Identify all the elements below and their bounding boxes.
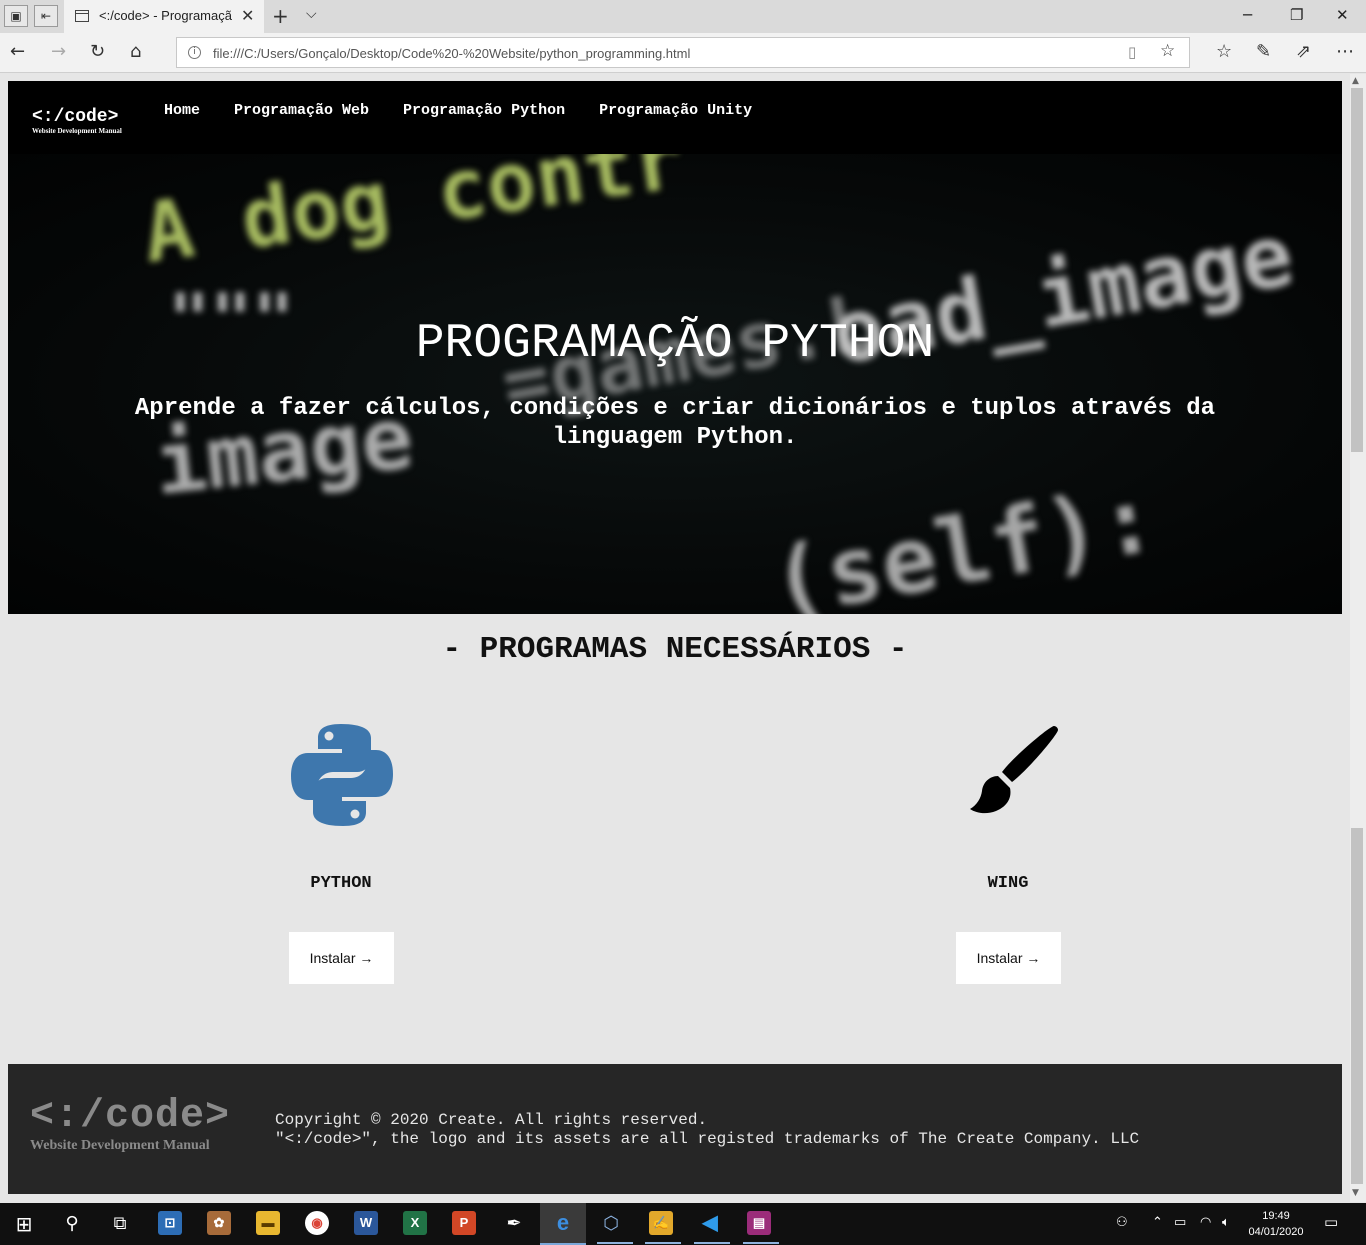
svg-text:(self):: (self): [763,465,1163,614]
footer-copyright: Copyright © 2020 Create. All rights rese… [275,1111,1139,1149]
people-icon[interactable]: ⚇ [1116,1215,1128,1230]
running-indicator [645,1242,681,1244]
edge-icon[interactable]: e [551,1211,575,1235]
tab-actions-icon[interactable]: ▣ [4,5,28,27]
site-logo[interactable]: <:/code> Website Development Manual [32,107,122,136]
paintbrush-icon [970,726,1058,814]
nav-web[interactable]: Programação Web [234,102,369,119]
section-title: - PROGRAMAS NECESSÁRIOS - [442,632,908,667]
address-bar[interactable]: i file:///C:/Users/Gonçalo/Desktop/Code%… [176,37,1190,68]
running-indicator [743,1242,779,1244]
program-name: PYTHON [310,874,372,893]
site-header: <:/code> Website Development Manual Home… [8,81,1342,154]
reading-view-icon[interactable]: ▯ [1128,43,1136,61]
page-viewport: <:/code> Website Development Manual Home… [0,74,1350,1202]
windows-start-icon[interactable]: ⊞ [10,1210,38,1238]
vscode-icon[interactable]: ◀ [698,1211,722,1235]
share-icon[interactable]: ⇗ [1296,41,1311,63]
trademark-line: "<:/code>", the logo and its assets are … [275,1130,1140,1148]
running-indicator [597,1242,633,1244]
program-name: WING [987,874,1029,893]
python-logo-icon [291,724,393,826]
site-footer: <:/code> Website Development Manual Copy… [8,1064,1342,1194]
scrollbar-thumb[interactable] [1351,88,1363,452]
store-icon[interactable]: ⊡ [158,1211,182,1235]
forward-icon[interactable]: → [51,41,66,63]
file-explorer-icon[interactable]: ▬ [256,1211,280,1235]
more-icon[interactable]: ⋯ [1336,41,1354,63]
taskbar: ⊞ ⚲ ⧉ ⊡ ✿ ▬ ◉ W X P ✒ e ⬡ ✍ ◀ ▤ ⚇ ⌃ ▭ ◠ … [0,1203,1366,1245]
logo-text: <:/code> [32,107,119,127]
home-icon[interactable]: ⌂ [130,41,141,63]
minimize-icon[interactable]: ─ [1243,6,1252,24]
system-clock[interactable]: 19:49 04/01/2020 [1244,1208,1308,1240]
winrar-icon[interactable]: ▤ [747,1211,771,1235]
hero-background-image: A dog contr """ oad_image =games.L image… [138,154,1301,614]
site-nav: Home Programação Web Programação Python … [164,102,786,119]
footer-logo-tagline: Website Development Manual [30,1138,210,1153]
refresh-icon[interactable]: ↻ [90,41,105,63]
word-icon[interactable]: W [354,1211,378,1235]
tab-title: <:/code> - Programaçã [99,8,232,23]
scrollbar-thumb-lower[interactable] [1351,828,1363,1184]
clock-time: 19:49 [1262,1210,1290,1222]
virtualbox-icon[interactable]: ⬡ [597,1210,625,1238]
battery-icon[interactable]: ▭ [1174,1215,1186,1230]
address-url[interactable]: file:///C:/Users/Gonçalo/Desktop/Code%20… [213,46,690,61]
notification-icon[interactable]: ▭ [1324,1213,1338,1231]
chrome-icon[interactable]: ◉ [305,1211,329,1235]
footer-logo: <:/code> Website Development Manual [30,1094,230,1154]
restore-icon[interactable]: ❐ [1290,6,1303,24]
scroll-up-icon[interactable]: ▲ [1352,76,1359,86]
powerpoint-icon[interactable]: P [452,1211,476,1235]
search-icon[interactable]: ⚲ [58,1210,86,1238]
nav-home[interactable]: Home [164,102,200,119]
browser-tab[interactable]: <:/code> - Programaçã ✕ [64,0,264,33]
pen-app-icon[interactable]: ✒ [500,1210,528,1238]
hero-subtitle: Aprende a fazer cálculos, condições e cr… [134,395,1216,451]
copyright-line: Copyright © 2020 Create. All rights rese… [275,1111,708,1129]
install-wing-button[interactable]: Instalar → [956,932,1061,984]
wifi-icon[interactable]: ◠ [1200,1215,1211,1230]
notes-pen-icon[interactable]: ✎ [1256,41,1271,63]
footer-logo-text: <:/code> [30,1094,231,1139]
close-window-icon[interactable]: ✕ [1336,6,1349,24]
chevron-down-icon[interactable]: ⌵ [306,6,317,22]
task-view-icon[interactable]: ⧉ [106,1210,134,1238]
favorite-star-icon[interactable]: ☆ [1160,41,1175,61]
scroll-down-icon[interactable]: ▼ [1352,1188,1359,1198]
python-idle-icon[interactable]: ✍ [649,1211,673,1235]
svg-text:A dog contr: A dog contr [138,154,689,282]
install-python-button[interactable]: Instalar → [289,932,394,984]
volume-icon[interactable]: 🔈︎ [1222,1215,1230,1230]
excel-icon[interactable]: X [403,1211,427,1235]
page-icon [75,10,89,22]
back-icon[interactable]: ← [10,41,25,63]
logo-tagline: Website Development Manual [32,127,122,135]
browser-tab-bar: ▣ ⇤ <:/code> - Programaçã ✕ + ⌵ ─ ❐ ✕ [0,0,1366,33]
running-indicator [694,1242,730,1244]
chevron-up-icon[interactable]: ⌃ [1152,1215,1163,1230]
browser-toolbar: ← → ↻ ⌂ i file:///C:/Users/Gonçalo/Deskt… [0,33,1366,73]
new-tab-icon[interactable]: + [272,4,289,28]
paint-icon[interactable]: ✿ [207,1211,231,1235]
close-tab-icon[interactable]: ✕ [241,6,254,25]
nav-unity[interactable]: Programação Unity [599,102,752,119]
set-tabs-aside-icon[interactable]: ⇤ [34,5,58,27]
clock-date: 04/01/2020 [1248,1226,1304,1238]
favorites-icon[interactable]: ☆ [1216,41,1232,63]
info-icon[interactable]: i [188,46,201,59]
hero-banner: A dog contr """ oad_image =games.L image… [8,154,1342,614]
hero-title: PROGRAMAÇÃO PYTHON [415,317,935,371]
nav-python[interactable]: Programação Python [403,102,565,119]
